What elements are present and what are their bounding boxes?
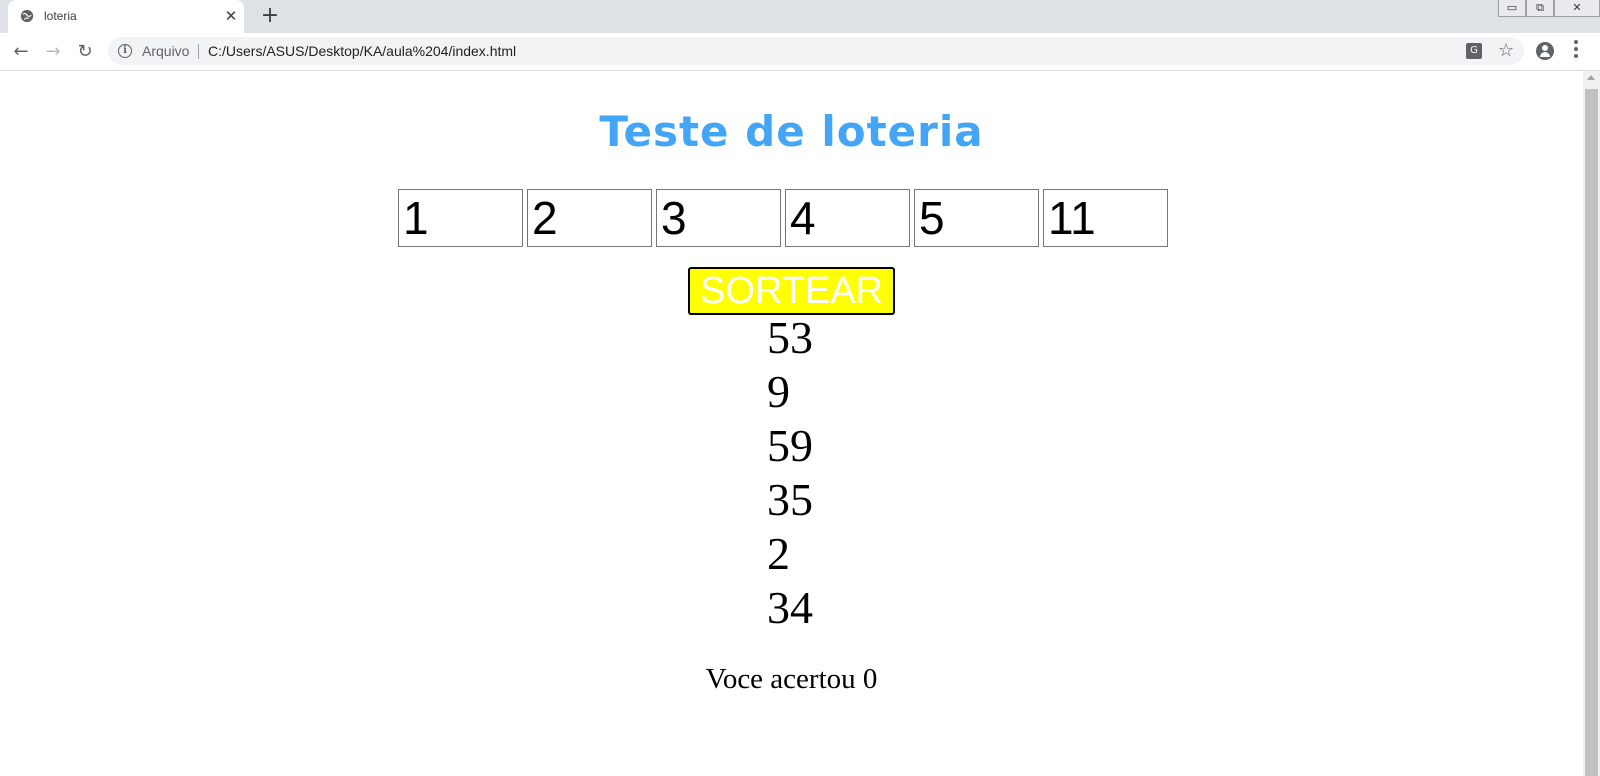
address-bar[interactable]: i Arquivo C:/Users/ASUS/Desktop/KA/aula%…	[108, 37, 1524, 65]
page-content: Teste de loteria SORTEAR 53 9 59 35 2 34…	[0, 71, 1583, 776]
menu-icon[interactable]	[1574, 40, 1578, 62]
page-scrollbar[interactable]	[1583, 71, 1600, 776]
drawn-number: 9	[767, 366, 790, 417]
page-title: Teste de loteria	[599, 107, 984, 156]
window-close-button[interactable]: ✕	[1554, 0, 1600, 17]
drawn-number: 35	[767, 474, 813, 525]
draw-button[interactable]: SORTEAR	[688, 267, 895, 315]
address-url[interactable]: C:/Users/ASUS/Desktop/KA/aula%204/index.…	[208, 43, 516, 59]
drawn-number: 34	[767, 582, 813, 633]
tab-title: loteria	[44, 9, 77, 23]
globe-icon	[20, 9, 34, 23]
address-separator	[198, 44, 199, 59]
score-text: Voce acertou 0	[705, 663, 878, 695]
number-input-6[interactable]	[1043, 189, 1168, 247]
translate-icon[interactable]: G	[1466, 43, 1482, 59]
forward-button[interactable]: →	[40, 39, 66, 65]
number-input-5[interactable]	[914, 189, 1039, 247]
new-tab-button[interactable]: +	[258, 4, 282, 28]
scroll-thumb[interactable]	[1585, 89, 1598, 776]
number-input-1[interactable]	[398, 189, 523, 247]
drawn-number: 2	[767, 528, 790, 579]
number-input-3[interactable]	[656, 189, 781, 247]
close-tab-icon[interactable]: ✕	[222, 7, 240, 25]
number-inputs	[398, 189, 1168, 247]
bookmark-star-icon[interactable]: ☆	[1498, 40, 1514, 62]
drawn-number: 53	[767, 312, 813, 363]
number-input-2[interactable]	[527, 189, 652, 247]
browser-toolbar: ← → ↻ i Arquivo C:/Users/ASUS/Desktop/KA…	[0, 33, 1600, 71]
profile-icon[interactable]	[1536, 42, 1554, 60]
address-scheme: Arquivo	[142, 43, 190, 59]
scroll-up-arrow-icon[interactable]	[1587, 75, 1595, 80]
restore-button[interactable]: ⧉	[1526, 0, 1554, 17]
drawn-number: 59	[767, 420, 813, 471]
drawn-numbers-list: 53 9 59 35 2 34	[767, 311, 887, 635]
reload-button[interactable]: ↻	[72, 39, 98, 65]
minimize-button[interactable]: ▭	[1498, 0, 1526, 17]
window-controls: ▭ ⧉ ✕	[1498, 0, 1600, 18]
tab-loteria[interactable]: loteria ✕	[8, 0, 244, 33]
tab-strip: loteria ✕ + ▭ ⧉ ✕	[0, 0, 1600, 33]
back-button[interactable]: ←	[8, 39, 34, 65]
info-icon[interactable]: i	[118, 44, 132, 58]
number-input-4[interactable]	[785, 189, 910, 247]
